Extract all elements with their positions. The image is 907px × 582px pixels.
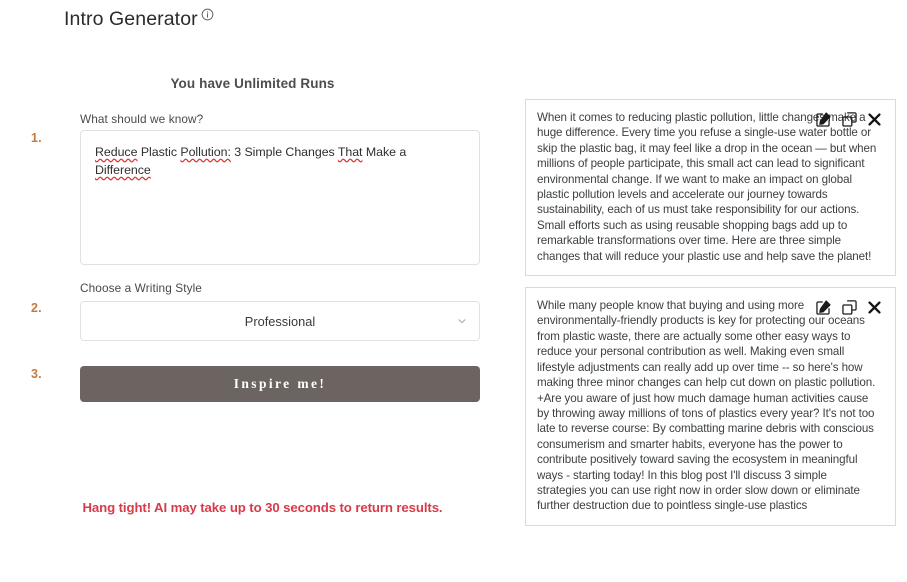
copy-icon[interactable] (841, 299, 858, 316)
generator-form: You have Unlimited Runs 1. 2. 3. What sh… (0, 0, 505, 582)
step-number-2: 2. (31, 301, 42, 315)
intro-generator-page: Intro Generator You have Unlimited Runs … (0, 0, 907, 582)
writing-style-value: Professional (244, 313, 316, 329)
result-text: While many people know that buying and u… (537, 299, 879, 513)
prompt-word-pollution: Pollution: (180, 145, 231, 159)
prompt-word-difference: Difference (95, 163, 151, 177)
result-card: When it comes to reducing plastic pollut… (525, 99, 896, 277)
prompt-input[interactable]: Reduce Plastic Pollution: 3 Simple Chang… (80, 130, 480, 265)
writing-style-select[interactable]: Professional (80, 301, 480, 341)
edit-icon[interactable] (815, 299, 832, 316)
card-action-bar (815, 299, 882, 316)
inspire-me-button[interactable]: Inspire me! (80, 366, 480, 402)
close-icon[interactable] (867, 300, 882, 315)
step-number-3: 3. (31, 367, 42, 381)
step-number-1: 1. (31, 131, 42, 145)
edit-icon[interactable] (815, 111, 832, 128)
runs-banner: You have Unlimited Runs (170, 76, 335, 91)
close-icon[interactable] (867, 112, 882, 127)
loading-notice: Hang tight! AI may take up to 30 seconds… (82, 500, 443, 515)
prompt-word-reduce: Reduce (95, 145, 138, 159)
prompt-word-that: That (337, 145, 363, 159)
result-text: When it comes to reducing plastic pollut… (537, 111, 880, 263)
prompt-label: What should we know? (80, 112, 204, 126)
result-card: While many people know that buying and u… (525, 287, 896, 526)
style-label: Choose a Writing Style (80, 281, 202, 295)
results-panel: When it comes to reducing plastic pollut… (525, 99, 896, 537)
copy-icon[interactable] (841, 111, 858, 128)
card-action-bar (815, 111, 882, 128)
